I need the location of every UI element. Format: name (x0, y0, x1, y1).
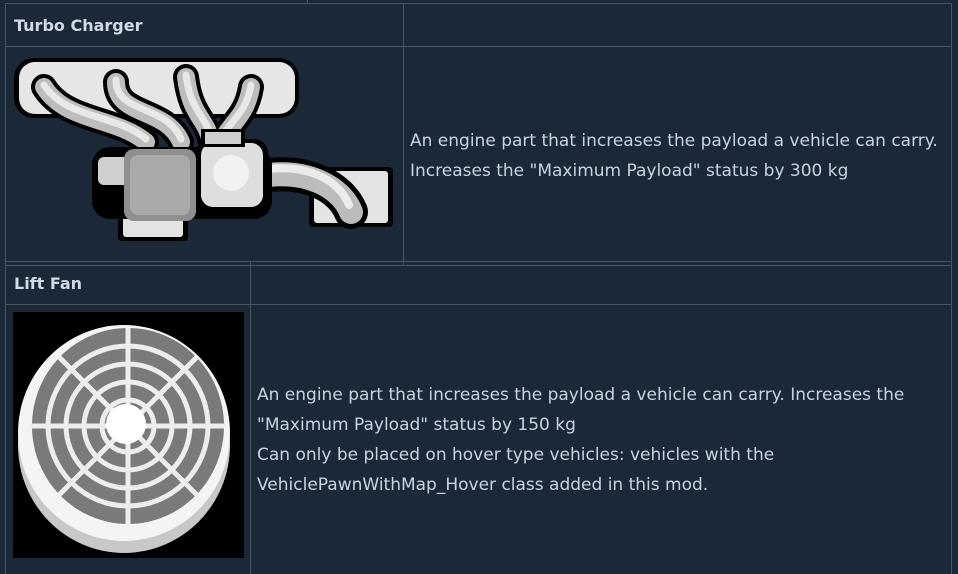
turbo-charger-table: Turbo Charger An engine part that increa… (5, 3, 952, 266)
turbo-charger-title: Turbo Charger (5, 3, 404, 47)
lift-fan-table: Lift Fan An engine part that increases t… (5, 261, 952, 574)
parts-table-page: Turbo Charger An engine part that increa… (0, 0, 958, 574)
turbo-charger-description-line-1: An engine part that increases the payloa… (410, 131, 938, 151)
turbo-charger-description-line-2: Increases the "Maximum Payload" status b… (410, 161, 849, 181)
lift-fan-icon (13, 312, 244, 558)
lift-fan-title: Lift Fan (5, 261, 251, 305)
lift-fan-description-line-3: Can only be placed on hover type vehicle… (257, 445, 775, 465)
turbo-charger-icon (14, 58, 393, 241)
turbo-charger-image-cell (5, 46, 404, 266)
lift-fan-description: An engine part that increases the payloa… (250, 304, 952, 574)
turbo-charger-description: An engine part that increases the payloa… (403, 46, 952, 266)
lift-fan-image-cell (5, 304, 251, 574)
lift-fan-description-line-4: VehiclePawnWithMap_Hover class added in … (257, 475, 709, 495)
lift-fan-description-line-1: An engine part that increases the payloa… (257, 385, 905, 405)
lift-fan-header-empty (250, 261, 952, 305)
lift-fan-description-line-2: "Maximum Payload" status by 150 kg (257, 415, 576, 435)
turbo-charger-header-empty (403, 3, 952, 47)
